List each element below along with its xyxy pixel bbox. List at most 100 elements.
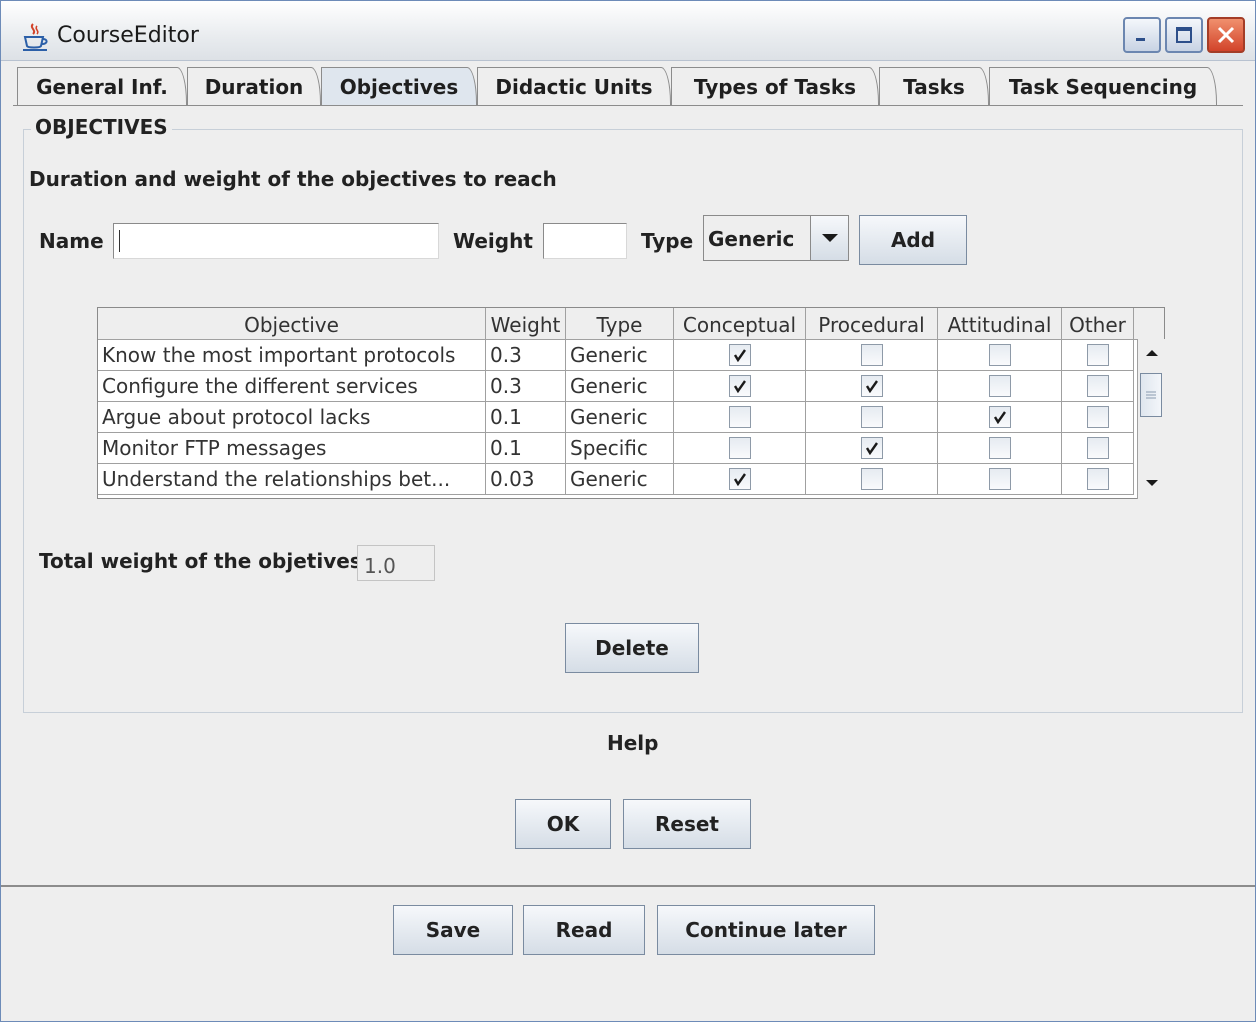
- tab-general-inf[interactable]: General Inf.: [17, 67, 187, 105]
- cell-weight[interactable]: 0.1: [486, 433, 566, 464]
- conceptual-checkbox[interactable]: [728, 406, 751, 428]
- other-checkbox[interactable]: [1086, 375, 1109, 397]
- arrow-up-icon: [1145, 350, 1158, 356]
- cell-procedural[interactable]: [806, 340, 938, 371]
- table-row[interactable]: Configure the different services 0.3 Gener…: [98, 371, 1134, 402]
- save-button[interactable]: Save: [393, 905, 513, 955]
- column-header-type[interactable]: Type: [566, 308, 674, 340]
- cell-objective[interactable]: Know the most important protocols: [98, 340, 486, 371]
- tab-duration[interactable]: Duration: [187, 67, 321, 105]
- scroll-thumb[interactable]: [1140, 373, 1162, 417]
- cell-conceptual[interactable]: [674, 340, 806, 371]
- close-button[interactable]: [1207, 17, 1245, 53]
- cell-type[interactable]: Generic: [566, 340, 674, 371]
- table-scrollbar[interactable]: [1137, 339, 1165, 499]
- tab-objectives[interactable]: Objectives: [321, 67, 477, 105]
- cell-conceptual[interactable]: [674, 371, 806, 402]
- cell-attitudinal[interactable]: [938, 464, 1062, 495]
- conceptual-checkbox[interactable]: [728, 437, 751, 459]
- other-checkbox[interactable]: [1086, 437, 1109, 459]
- cell-procedural[interactable]: [806, 371, 938, 402]
- cell-weight[interactable]: 0.03: [486, 464, 566, 495]
- checkmark-icon: [733, 349, 746, 362]
- cell-objective[interactable]: Configure the different services: [98, 371, 486, 402]
- cell-attitudinal[interactable]: [938, 340, 1062, 371]
- procedural-checkbox[interactable]: [860, 344, 883, 366]
- conceptual-checkbox[interactable]: [728, 344, 751, 366]
- attitudinal-checkbox[interactable]: [988, 344, 1011, 366]
- column-header-weight[interactable]: Weight: [486, 308, 566, 340]
- table-row[interactable]: Understand the relationships bet... 0.03 G…: [98, 464, 1134, 495]
- tab-didactic-units[interactable]: Didactic Units: [477, 67, 671, 105]
- cell-conceptual[interactable]: [674, 464, 806, 495]
- delete-button[interactable]: Delete: [565, 623, 699, 673]
- scroll-up-button[interactable]: [1138, 339, 1165, 367]
- table-row[interactable]: Argue about protocol lacks 0.1 Generic: [98, 402, 1134, 433]
- cell-objective[interactable]: Argue about protocol lacks: [98, 402, 486, 433]
- cell-weight[interactable]: 0.3: [486, 340, 566, 371]
- cell-procedural[interactable]: [806, 433, 938, 464]
- conceptual-checkbox[interactable]: [728, 375, 751, 397]
- attitudinal-checkbox[interactable]: [988, 468, 1011, 490]
- other-checkbox[interactable]: [1086, 468, 1109, 490]
- cell-attitudinal[interactable]: [938, 402, 1062, 433]
- procedural-checkbox[interactable]: [860, 468, 883, 490]
- section-heading: Duration and weight of the objectives to…: [29, 167, 557, 191]
- read-button[interactable]: Read: [523, 905, 645, 955]
- table-row[interactable]: Know the most important protocols 0.3 Gene…: [98, 340, 1134, 371]
- tab-bar: General Inf. Duration Objectives Didacti…: [17, 67, 1217, 105]
- procedural-checkbox[interactable]: [860, 375, 883, 397]
- cell-type[interactable]: Generic: [566, 371, 674, 402]
- type-label: Type: [641, 229, 694, 253]
- cell-type[interactable]: Generic: [566, 402, 674, 433]
- total-weight-field: 1.0: [357, 545, 435, 581]
- tab-types-of-tasks[interactable]: Types of Tasks: [671, 67, 879, 105]
- ok-button[interactable]: OK: [515, 799, 611, 849]
- column-header-conceptual[interactable]: Conceptual: [674, 308, 806, 340]
- cell-attitudinal[interactable]: [938, 433, 1062, 464]
- cell-other[interactable]: [1062, 340, 1134, 371]
- continue-later-button[interactable]: Continue later: [657, 905, 875, 955]
- help-label[interactable]: Help: [607, 731, 658, 755]
- cell-attitudinal[interactable]: [938, 371, 1062, 402]
- other-checkbox[interactable]: [1086, 344, 1109, 366]
- maximize-button[interactable]: [1165, 17, 1203, 53]
- attitudinal-checkbox[interactable]: [988, 375, 1011, 397]
- cell-other[interactable]: [1062, 371, 1134, 402]
- cell-conceptual[interactable]: [674, 402, 806, 433]
- weight-field[interactable]: [543, 223, 627, 259]
- tab-tasks[interactable]: Tasks: [879, 67, 989, 105]
- other-checkbox[interactable]: [1086, 406, 1109, 428]
- cell-other[interactable]: [1062, 433, 1134, 464]
- cell-procedural[interactable]: [806, 464, 938, 495]
- procedural-checkbox[interactable]: [860, 437, 883, 459]
- procedural-checkbox[interactable]: [860, 406, 883, 428]
- scroll-down-button[interactable]: [1138, 469, 1165, 497]
- cell-objective[interactable]: Understand the relationships bet...: [98, 464, 486, 495]
- title-bar[interactable]: CourseEditor: [1, 1, 1255, 61]
- type-dropdown-button[interactable]: [810, 216, 848, 260]
- table-row[interactable]: Monitor FTP messages 0.1 Specific: [98, 433, 1134, 464]
- column-header-other[interactable]: Other: [1062, 308, 1134, 340]
- cell-other[interactable]: [1062, 464, 1134, 495]
- reset-button[interactable]: Reset: [623, 799, 751, 849]
- add-button[interactable]: Add: [859, 215, 967, 265]
- cell-procedural[interactable]: [806, 402, 938, 433]
- minimize-button[interactable]: [1123, 17, 1161, 53]
- column-header-attitudinal[interactable]: Attitudinal: [938, 308, 1062, 340]
- attitudinal-checkbox[interactable]: [988, 437, 1011, 459]
- conceptual-checkbox[interactable]: [728, 468, 751, 490]
- cell-weight[interactable]: 0.3: [486, 371, 566, 402]
- cell-weight[interactable]: 0.1: [486, 402, 566, 433]
- cell-conceptual[interactable]: [674, 433, 806, 464]
- column-header-procedural[interactable]: Procedural: [806, 308, 938, 340]
- column-header-objective[interactable]: Objective: [98, 308, 486, 340]
- type-combobox[interactable]: Generic: [703, 215, 849, 261]
- attitudinal-checkbox[interactable]: [988, 406, 1011, 428]
- cell-objective[interactable]: Monitor FTP messages: [98, 433, 486, 464]
- name-field[interactable]: [113, 223, 439, 259]
- cell-other[interactable]: [1062, 402, 1134, 433]
- cell-type[interactable]: Specific: [566, 433, 674, 464]
- cell-type[interactable]: Generic: [566, 464, 674, 495]
- tab-task-sequencing[interactable]: Task Sequencing: [989, 67, 1217, 105]
